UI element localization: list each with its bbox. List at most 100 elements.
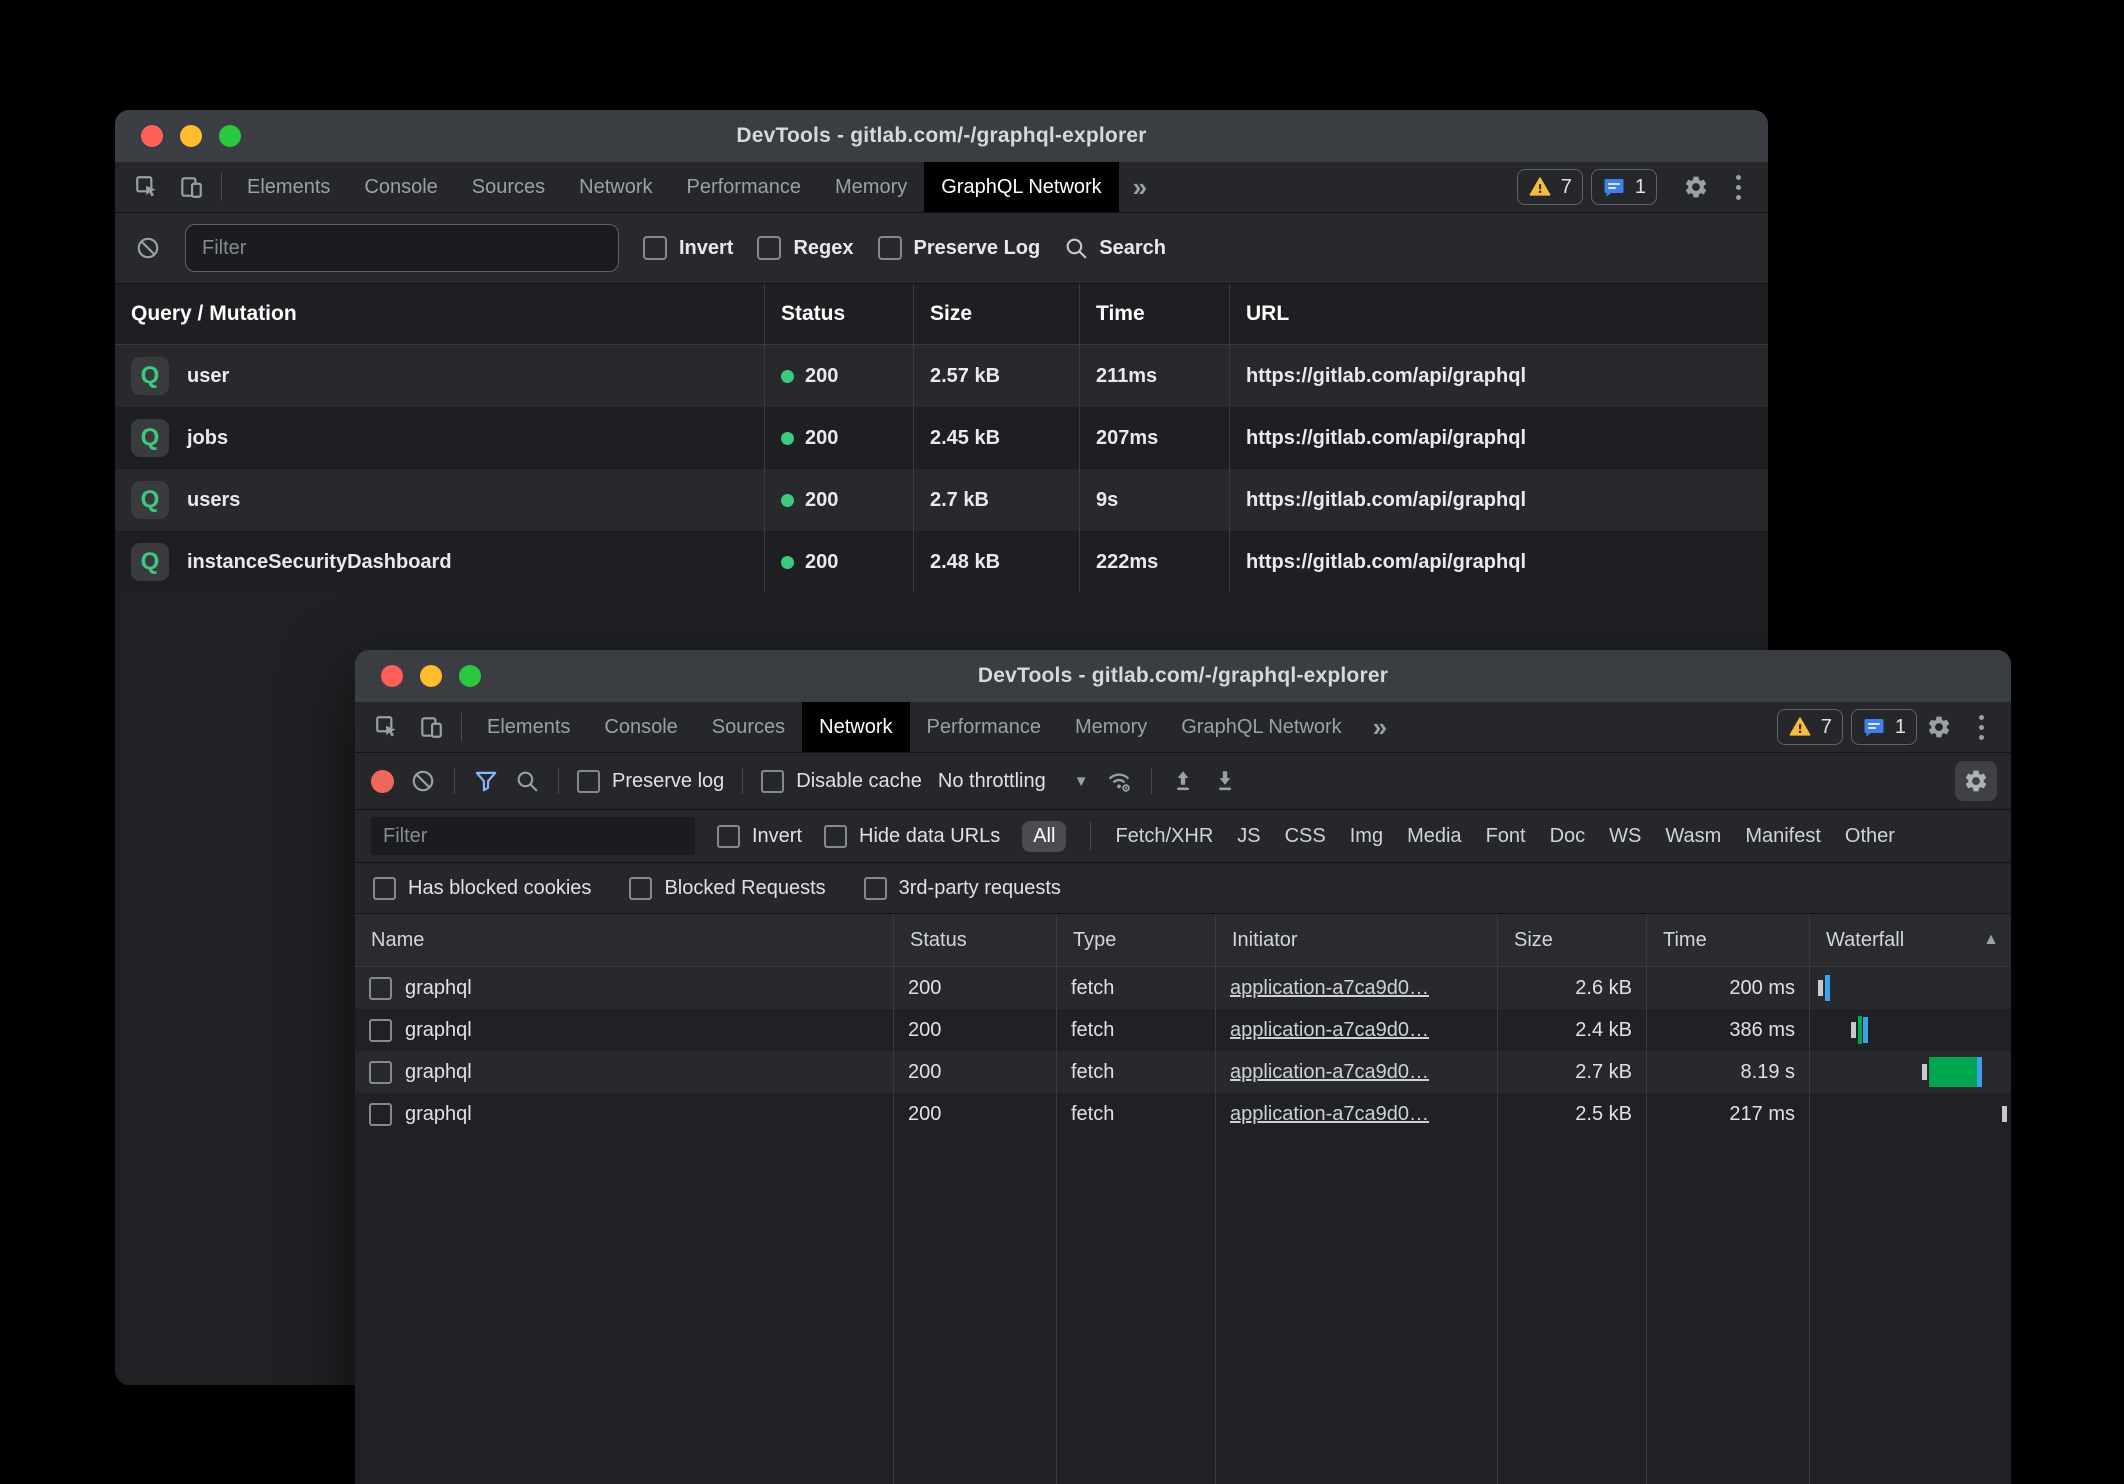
type-filter-css[interactable]: CSS	[1285, 825, 1326, 848]
type-filter-other[interactable]: Other	[1845, 825, 1895, 848]
col-query-mutation[interactable]: Query / Mutation	[115, 284, 765, 344]
settings-gear-icon[interactable]	[1917, 714, 1961, 740]
col-type[interactable]: Type	[1057, 914, 1216, 966]
issues-badge[interactable]: 1	[1591, 169, 1657, 205]
network-filter-row: Invert Hide data URLs All Fetch/XHR JS C…	[355, 810, 2011, 863]
tab-elements[interactable]: Elements	[230, 162, 347, 212]
tab-console[interactable]: Console	[347, 162, 454, 212]
type-filter-ws[interactable]: WS	[1609, 825, 1641, 848]
third-party-requests-checkbox[interactable]	[864, 877, 887, 900]
col-status[interactable]: Status	[765, 284, 914, 344]
tab-console[interactable]: Console	[587, 702, 694, 752]
tab-memory[interactable]: Memory	[1058, 702, 1164, 752]
titlebar[interactable]: DevTools - gitlab.com/-/graphql-explorer	[115, 110, 1768, 162]
record-network-log-button[interactable]	[371, 770, 394, 793]
more-tabs-icon[interactable]: »	[1119, 162, 1161, 212]
col-time[interactable]: Time	[1647, 914, 1810, 966]
invert-checkbox[interactable]	[717, 825, 740, 848]
table-row[interactable]: Q jobs 200 2.45 kB 207ms https://gitlab.…	[115, 407, 1768, 469]
table-row[interactable]: Q users 200 2.7 kB 9s https://gitlab.com…	[115, 469, 1768, 531]
initiator-link[interactable]: application-a7ca9d0…	[1230, 1103, 1429, 1126]
more-options-icon[interactable]	[1718, 175, 1758, 200]
device-toolbar-icon[interactable]	[169, 162, 213, 212]
tab-elements[interactable]: Elements	[470, 702, 587, 752]
tab-network[interactable]: Network	[802, 702, 909, 752]
minimize-window-button[interactable]	[180, 125, 202, 147]
table-row[interactable]: Q user 200 2.57 kB 211ms https://gitlab.…	[115, 345, 1768, 407]
col-initiator[interactable]: Initiator	[1216, 914, 1498, 966]
row-checkbox[interactable]	[369, 1103, 392, 1126]
throttling-dropdown[interactable]: No throttling ▼	[938, 770, 1089, 793]
preserve-log-checkbox[interactable]	[878, 236, 902, 260]
tab-performance[interactable]: Performance	[670, 162, 819, 212]
type-filter-media[interactable]: Media	[1407, 825, 1461, 848]
network-conditions-icon[interactable]	[1105, 767, 1133, 795]
tab-sources[interactable]: Sources	[455, 162, 562, 212]
disable-cache-checkbox[interactable]	[761, 770, 784, 793]
invert-checkbox[interactable]	[643, 236, 667, 260]
search-icon[interactable]	[515, 769, 540, 794]
type-filter-js[interactable]: JS	[1237, 825, 1260, 848]
minimize-window-button[interactable]	[420, 665, 442, 687]
tab-graphql-network[interactable]: GraphQL Network	[1164, 702, 1358, 752]
table-row[interactable]: graphql 200 fetch application-a7ca9d0… 2…	[355, 967, 2011, 1009]
inspect-element-icon[interactable]	[125, 162, 169, 212]
initiator-link[interactable]: application-a7ca9d0…	[1230, 1061, 1429, 1084]
regex-checkbox[interactable]	[757, 236, 781, 260]
col-url[interactable]: URL	[1230, 284, 1768, 344]
type-filter-all[interactable]: All	[1022, 821, 1066, 852]
table-row[interactable]: graphql 200 fetch application-a7ca9d0… 2…	[355, 1009, 2011, 1051]
tab-sources[interactable]: Sources	[695, 702, 802, 752]
col-status[interactable]: Status	[894, 914, 1057, 966]
issues-badge[interactable]: 1	[1851, 709, 1917, 745]
close-window-button[interactable]	[381, 665, 403, 687]
type-filter-fetch-xhr[interactable]: Fetch/XHR	[1115, 825, 1213, 848]
tab-network[interactable]: Network	[562, 162, 669, 212]
table-row[interactable]: Q instanceSecurityDashboard 200 2.48 kB …	[115, 531, 1768, 593]
col-waterfall[interactable]: Waterfall ▲	[1810, 914, 2011, 966]
initiator-link[interactable]: application-a7ca9d0…	[1230, 1019, 1429, 1042]
col-name[interactable]: Name	[355, 914, 894, 966]
more-options-icon[interactable]	[1961, 715, 2001, 740]
col-size[interactable]: Size	[914, 284, 1080, 344]
table-row[interactable]: graphql 200 fetch application-a7ca9d0… 2…	[355, 1051, 2011, 1093]
zoom-window-button[interactable]	[459, 665, 481, 687]
search-control[interactable]: Search	[1064, 236, 1166, 261]
preserve-log-checkbox[interactable]	[577, 770, 600, 793]
col-time[interactable]: Time	[1080, 284, 1230, 344]
device-toolbar-icon[interactable]	[409, 702, 453, 752]
filter-funnel-icon[interactable]	[473, 768, 499, 794]
has-blocked-cookies-checkbox[interactable]	[373, 877, 396, 900]
col-size[interactable]: Size	[1498, 914, 1647, 966]
export-har-icon[interactable]	[1212, 768, 1238, 794]
titlebar[interactable]: DevTools - gitlab.com/-/graphql-explorer	[355, 650, 2011, 702]
clear-network-log-icon[interactable]	[410, 768, 436, 794]
zoom-window-button[interactable]	[219, 125, 241, 147]
type-filter-doc[interactable]: Doc	[1550, 825, 1586, 848]
filter-input[interactable]	[371, 817, 695, 855]
warnings-badge[interactable]: 7	[1777, 709, 1843, 745]
block-icon[interactable]	[135, 235, 161, 261]
import-har-icon[interactable]	[1170, 768, 1196, 794]
type-filter-manifest[interactable]: Manifest	[1745, 825, 1821, 848]
more-tabs-icon[interactable]: »	[1359, 702, 1401, 752]
warnings-badge[interactable]: 7	[1517, 169, 1583, 205]
hide-data-urls-checkbox[interactable]	[824, 825, 847, 848]
table-row[interactable]: graphql 200 fetch application-a7ca9d0… 2…	[355, 1093, 2011, 1135]
type-filter-img[interactable]: Img	[1350, 825, 1383, 848]
inspect-element-icon[interactable]	[365, 702, 409, 752]
filter-input[interactable]	[185, 224, 619, 272]
row-checkbox[interactable]	[369, 1061, 392, 1084]
type-filter-font[interactable]: Font	[1486, 825, 1526, 848]
row-checkbox[interactable]	[369, 977, 392, 1000]
tab-graphql-network[interactable]: GraphQL Network	[924, 162, 1118, 212]
close-window-button[interactable]	[141, 125, 163, 147]
type-filter-wasm[interactable]: Wasm	[1665, 825, 1721, 848]
initiator-link[interactable]: application-a7ca9d0…	[1230, 977, 1429, 1000]
tab-performance[interactable]: Performance	[910, 702, 1059, 752]
tab-memory[interactable]: Memory	[818, 162, 924, 212]
blocked-requests-checkbox[interactable]	[629, 877, 652, 900]
network-settings-button[interactable]	[1955, 761, 1997, 801]
settings-gear-icon[interactable]	[1674, 174, 1718, 200]
row-checkbox[interactable]	[369, 1019, 392, 1042]
